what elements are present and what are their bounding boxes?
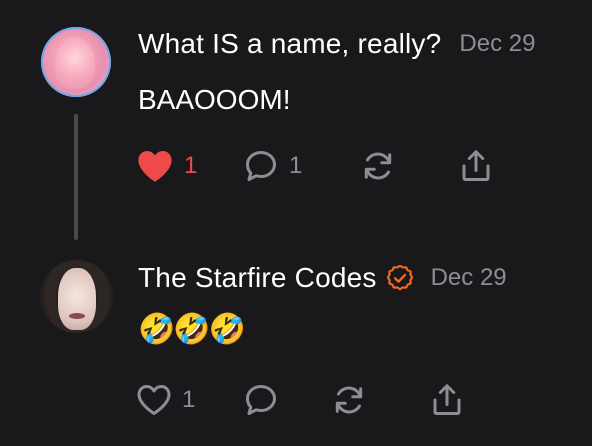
refresh-icon bbox=[331, 382, 367, 418]
restack-button[interactable] bbox=[360, 146, 458, 186]
comment-body: BAAOOOM! bbox=[138, 84, 291, 115]
like-button[interactable]: 1 bbox=[136, 380, 243, 420]
share-button[interactable] bbox=[429, 380, 465, 420]
verified-badge-icon bbox=[386, 264, 413, 291]
heart-icon bbox=[136, 383, 172, 417]
like-button[interactable]: 1 bbox=[136, 146, 243, 186]
comment-date[interactable]: Dec 29 bbox=[459, 30, 535, 58]
reply-button[interactable]: 1 bbox=[243, 146, 360, 186]
comment: The Starfire Codes Dec 29 🤣🤣🤣 1 bbox=[0, 240, 592, 446]
like-count: 1 bbox=[184, 152, 198, 179]
like-count: 1 bbox=[182, 386, 196, 413]
comment-body: 🤣🤣🤣 bbox=[138, 313, 246, 346]
comment-date[interactable]: Dec 29 bbox=[431, 264, 507, 292]
speech-bubble-icon bbox=[243, 382, 279, 418]
speech-bubble-icon bbox=[243, 148, 279, 184]
comment-header: What IS a name, really? Dec 29 bbox=[138, 28, 535, 60]
avatar[interactable] bbox=[41, 27, 111, 97]
author-name[interactable]: What IS a name, really? bbox=[138, 28, 441, 60]
comment-actions: 1 1 bbox=[136, 146, 494, 186]
refresh-icon bbox=[360, 148, 396, 184]
avatar[interactable] bbox=[40, 260, 113, 333]
comment-actions: 1 bbox=[136, 380, 465, 420]
reply-button[interactable] bbox=[243, 380, 331, 420]
share-upload-icon bbox=[458, 148, 494, 184]
heart-icon bbox=[136, 148, 174, 184]
share-upload-icon bbox=[429, 382, 465, 418]
reply-count: 1 bbox=[289, 152, 303, 179]
comment-header: The Starfire Codes Dec 29 bbox=[138, 262, 507, 294]
comment: What IS a name, really? Dec 29 BAAOOOM! … bbox=[0, 0, 592, 240]
restack-button[interactable] bbox=[331, 380, 429, 420]
share-button[interactable] bbox=[458, 146, 494, 186]
thread-line bbox=[74, 114, 78, 240]
author-name[interactable]: The Starfire Codes bbox=[138, 262, 377, 294]
comment-thread: What IS a name, really? Dec 29 BAAOOOM! … bbox=[0, 0, 592, 446]
